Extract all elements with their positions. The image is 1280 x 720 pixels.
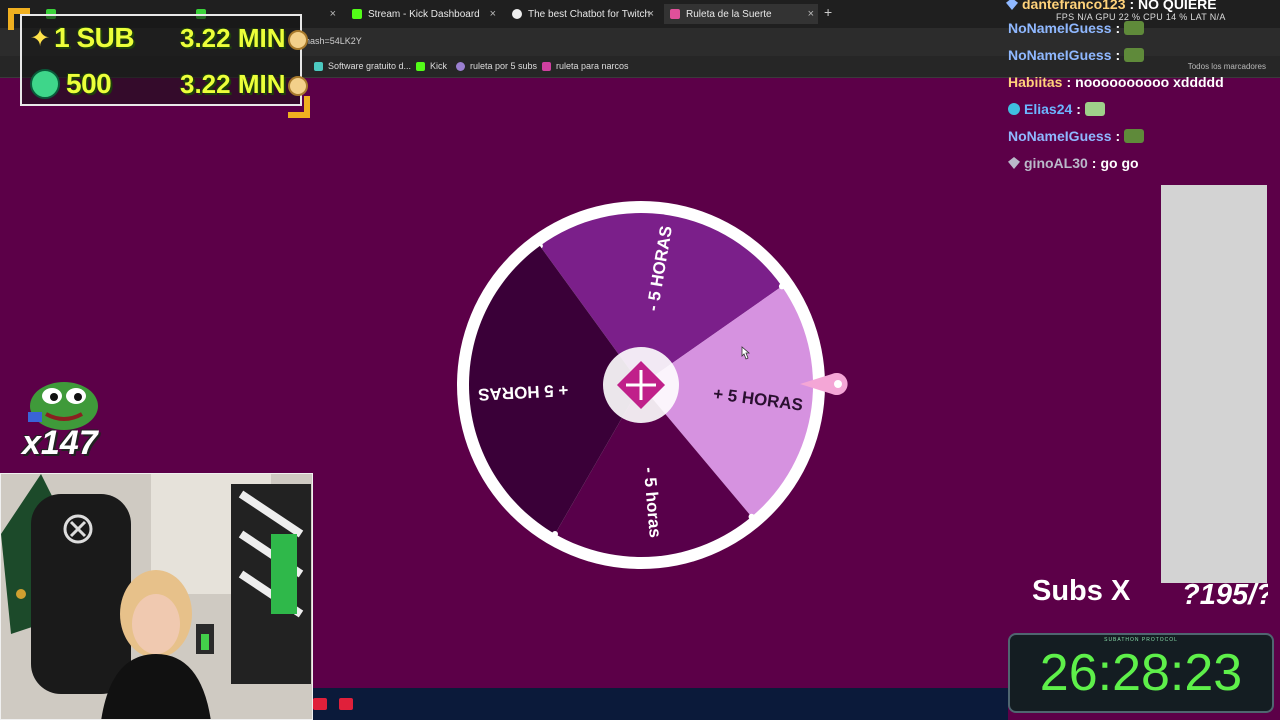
bookmark-icon [542,61,551,71]
bookmark-icon [456,61,465,71]
wheel-pointer-icon [800,373,848,395]
bookmark-ruleta-narcos[interactable]: ruleta para narcos [542,61,629,71]
tab-close-icon[interactable]: × [490,8,496,20]
chat-message: NoNameIGuess : [1008,20,1145,36]
tab-close-icon[interactable]: × [330,8,336,20]
url-text[interactable]: ?hash=54LK2Y [300,36,362,46]
prize-wheel[interactable]: - 5 HORAS + 5 HORAS - 5 horas + 5 HORAS [454,198,828,572]
tab-chatbot[interactable]: The best Chatbot for Twitch × [506,4,658,24]
chat-message: NoNameIGuess : [1008,47,1145,63]
app-icon[interactable] [339,698,353,710]
tab-kick-dashboard[interactable]: Stream - Kick Dashboard × [346,4,500,24]
sub-minutes: 3.22 MIN [180,22,286,53]
bookmark-icon [314,61,323,71]
sparkle-icon: ✦ [30,24,51,52]
app-icon[interactable] [313,698,327,710]
wheel-svg: - 5 HORAS+ 5 HORAS- 5 horas+ 5 HORAS [457,201,825,569]
new-tab-button[interactable]: + [824,4,832,20]
bookmark-ruleta-subs[interactable]: ruleta por 5 subs [456,61,537,71]
mouse-cursor-icon [741,346,751,360]
subathon-rates-panel: ✦ 1 SUB 3.22 MIN 500 3.22 MIN [20,14,308,106]
corner-decoration [288,96,310,118]
ruleta-icon [670,9,680,19]
bookmark-software[interactable]: Software gratuito d... [314,61,411,71]
chat-message: Elias24 : [1008,101,1105,117]
tab-close-icon[interactable]: × [648,8,654,20]
chat-message: dantefranco123 : NO QUIERE [1006,0,1217,12]
goal-progress-panel [1161,185,1267,583]
webcam-image [1,474,312,719]
tab-ruleta[interactable]: Ruleta de la Suerte × [664,4,818,24]
performance-stats: FPS N/A GPU 22 % CPU 14 % LAT N/A [1056,12,1226,22]
diamond-badge-icon [1006,0,1018,10]
clock-icon [287,29,308,50]
user-badge-icon [1008,103,1020,115]
chat-overlay: dantefranco123 : NO QUIERE NoNameIGuess … [1004,0,1280,180]
clock-icon [287,75,308,96]
emote-icon [1124,129,1145,143]
subathon-timer: SUBATHON PROTOCOL 26:28:23 [1008,633,1274,713]
chat-message: Habiitas : noooooooooo xddddd [1008,74,1224,90]
kick-gem-icon [30,69,60,99]
kicks-rate-row: 500 3.22 MIN [30,64,308,104]
pepe-emote-icon [28,382,98,430]
wheel-peg [552,530,558,537]
tab-close-icon[interactable]: × [808,8,814,20]
taskbar [313,688,1008,720]
emote-icon [1084,102,1105,116]
webcam-feed [0,473,313,720]
emote-icon [1124,48,1145,62]
wheel-peg [748,513,755,520]
subs-counter-value: ?195/? [1182,579,1268,611]
kick-icon [416,61,425,71]
emote-icon [1124,21,1145,35]
wheel-peg [778,283,785,290]
chat-message: NoNameIGuess : [1008,128,1145,144]
kicks-minutes: 3.22 MIN [180,68,286,99]
kick-icon [352,9,362,19]
chat-message: ginoAL30 : go go [1008,155,1139,171]
subs-counter-label: Subs X [1032,575,1131,607]
chatbot-icon [512,9,522,19]
corner-decoration [8,8,30,30]
multiplier-count: x147 [22,424,98,462]
diamond-badge-icon [1008,157,1020,169]
bookmark-kick[interactable]: Kick [416,61,447,71]
timer-value: 26:28:23 [1039,644,1243,702]
sub-rate-row: ✦ 1 SUB 3.22 MIN [30,18,308,58]
